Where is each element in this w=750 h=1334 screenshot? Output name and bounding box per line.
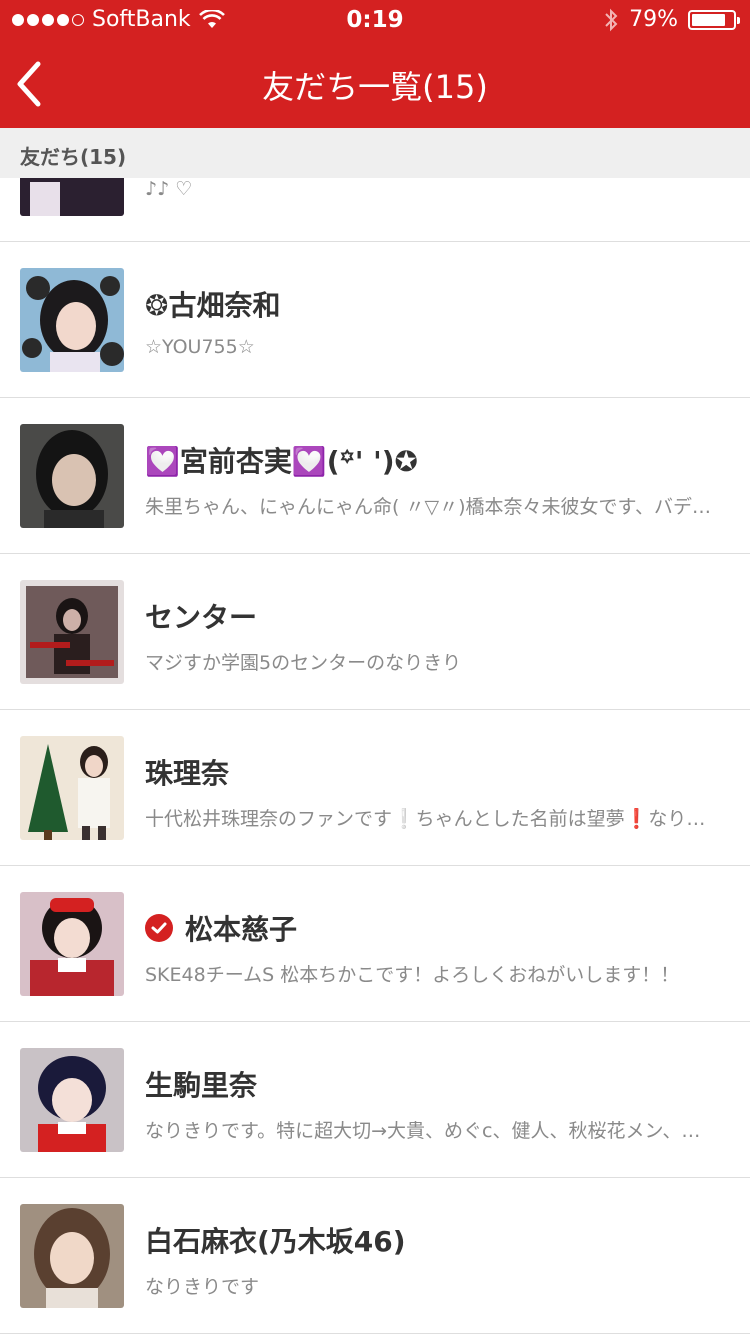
friend-status: なりきりです。特に超大切→大貴、めぐc、健人、秋桜花メン、… <box>145 1120 701 1142</box>
friend-status: ♪♪ ♡ <box>145 178 193 200</box>
friend-name: 白石麻衣(乃木坂46) <box>145 1225 406 1258</box>
friend-name-text: 松本慈子 <box>185 913 298 946</box>
avatar <box>20 580 124 684</box>
status-bar: SoftBank 0:19 79% <box>0 0 750 40</box>
friend-name: 生駒里奈 <box>145 1069 258 1102</box>
friend-row[interactable]: ♪♪ ♡ <box>0 178 750 242</box>
avatar <box>20 892 124 996</box>
friend-status: マジすか学園5のセンターのなりきり <box>145 652 462 674</box>
section-header-friends: 友だち(15) <box>0 128 750 178</box>
friend-status: ☆YOU755☆ <box>145 336 255 358</box>
top-bar: SoftBank 0:19 79% 友だち一覧(15) <box>0 0 750 128</box>
avatar <box>20 1204 124 1308</box>
friend-row[interactable]: 珠理奈 十代松井珠理奈のファンです❕ちゃんとした名前は望夢❗なり… <box>0 710 750 866</box>
friend-status: 十代松井珠理奈のファンです❕ちゃんとした名前は望夢❗なり… <box>145 808 706 830</box>
section-header-label: 友だち(15) <box>20 145 127 169</box>
friend-name: センター <box>145 601 258 634</box>
friend-row[interactable]: 生駒里奈 なりきりです。特に超大切→大貴、めぐc、健人、秋桜花メン、… <box>0 1022 750 1178</box>
friend-name: ❂古畑奈和 <box>145 289 281 322</box>
friend-row[interactable]: センター マジすか学園5のセンターのなりきり <box>0 554 750 710</box>
avatar <box>20 268 124 372</box>
avatar <box>20 736 124 840</box>
status-bar-right: 79% <box>603 7 740 32</box>
battery-icon <box>688 9 740 30</box>
friend-name: 松本慈子 <box>145 908 297 948</box>
avatar <box>20 424 124 528</box>
battery-percent: 79% <box>629 7 678 32</box>
friend-row[interactable]: 松本慈子 SKE48チームS 松本ちかこです！よろしくおねがいします！！ <box>0 866 750 1022</box>
navigation-bar: 友だち一覧(15) <box>0 40 750 128</box>
avatar <box>20 178 124 216</box>
friend-status: 朱里ちゃん、にゃんにゃん命( 〃▽〃)橋本奈々未彼女です、バデ… <box>145 496 711 518</box>
page-title: 友だち一覧(15) <box>262 68 488 106</box>
friend-row[interactable]: ❂古畑奈和 ☆YOU755☆ <box>0 242 750 398</box>
avatar <box>20 1048 124 1152</box>
friend-row[interactable]: 白石麻衣(乃木坂46) なりきりです <box>0 1178 750 1334</box>
friend-status: SKE48チームS 松本ちかこです！よろしくおねがいします！！ <box>145 964 680 986</box>
friend-name: 💟宮前杏実💟(꙳' ')✪ <box>145 445 418 478</box>
friend-status: なりきりです <box>145 1276 260 1298</box>
friend-name: 珠理奈 <box>145 757 230 790</box>
verified-badge-icon <box>145 914 173 942</box>
bluetooth-icon <box>605 8 618 31</box>
friend-row[interactable]: 💟宮前杏実💟(꙳' ')✪ 朱里ちゃん、にゃんにゃん命( 〃▽〃)橋本奈々未彼女… <box>0 398 750 554</box>
friend-list[interactable]: ♪♪ ♡ ❂古畑奈和 ☆YOU755☆ 💟宮前杏実💟(꙳' ')✪ 朱里ちゃん、… <box>0 178 750 1334</box>
